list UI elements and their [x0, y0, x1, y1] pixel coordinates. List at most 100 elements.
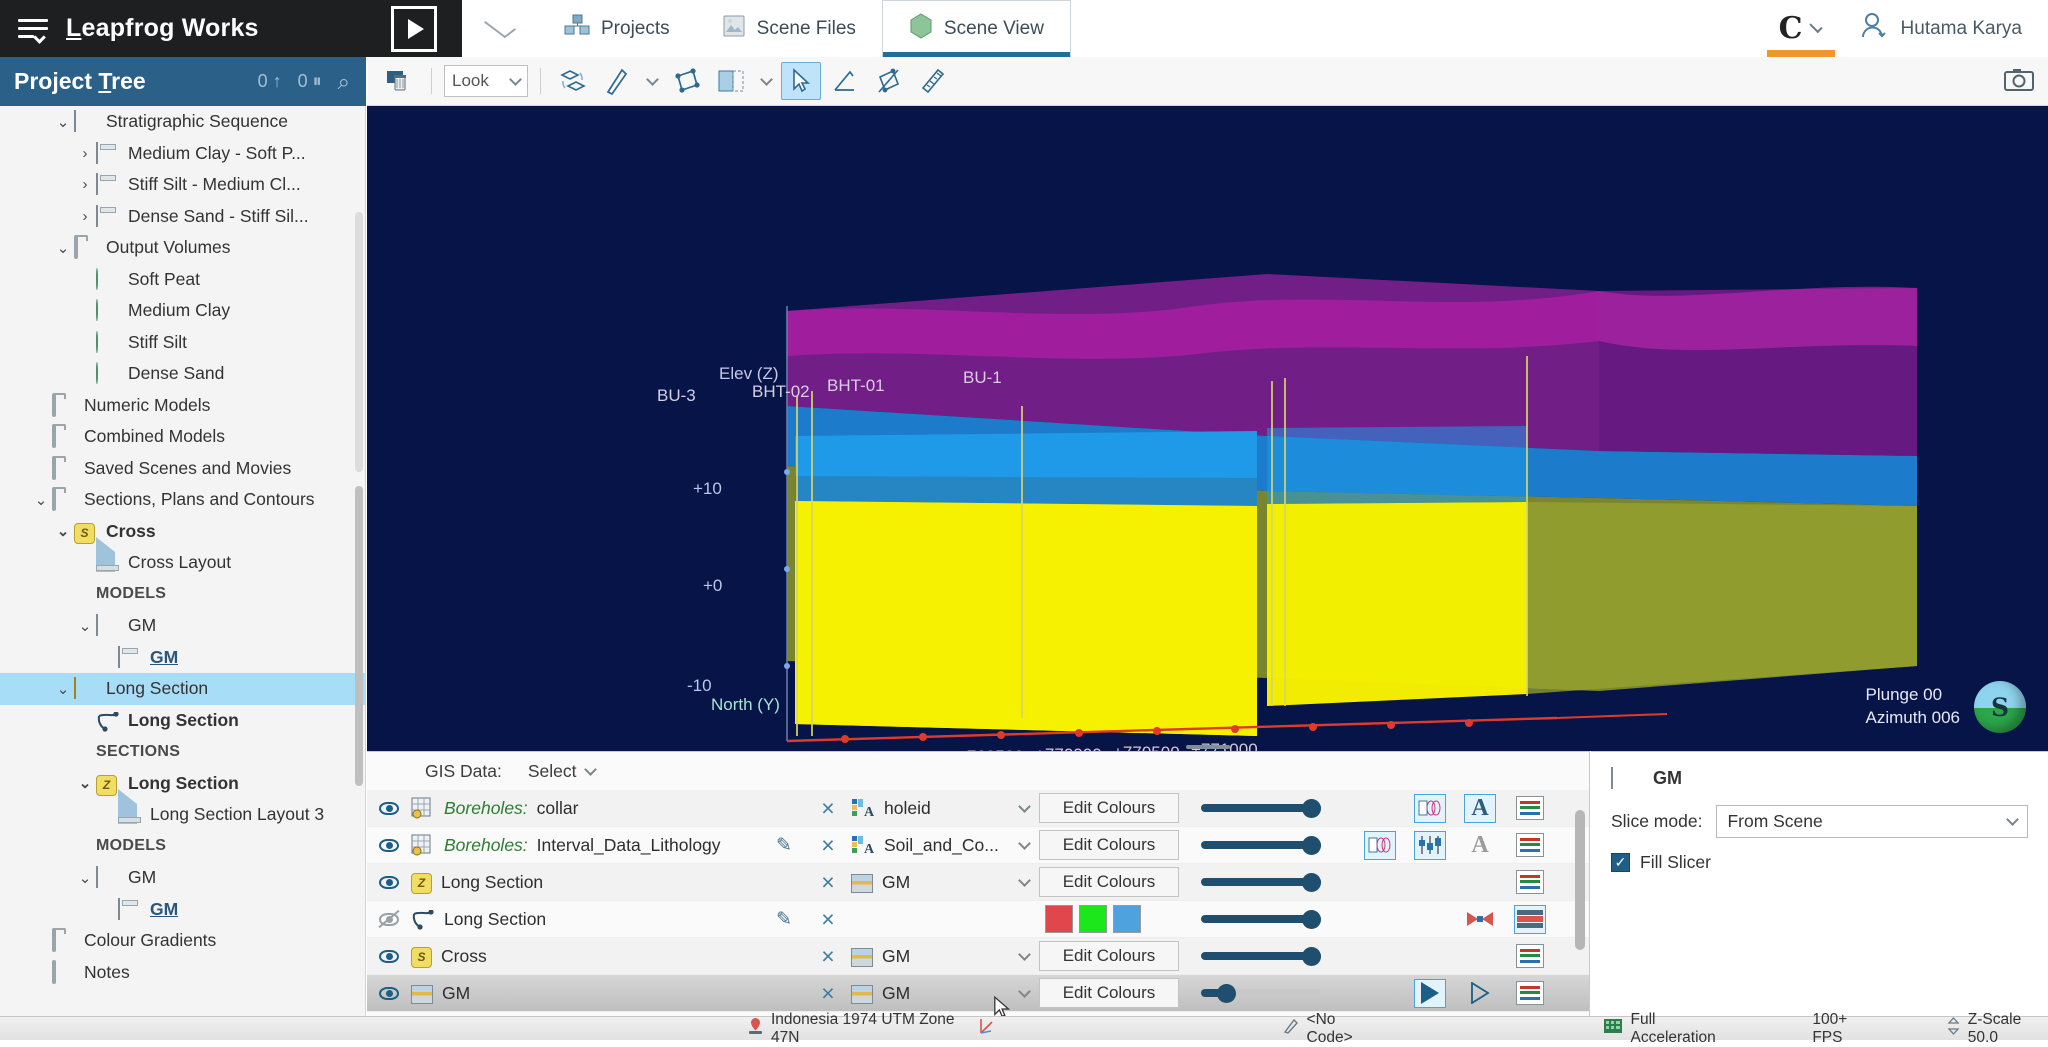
account-badge-button[interactable]: C — [1753, 0, 1849, 57]
tree-item-long-section-layout-3[interactable]: Long Section Layout 3 — [0, 799, 365, 831]
tree-item-sections-plans-and-contours[interactable]: ⌄Sections, Plans and Contours — [0, 484, 365, 516]
play-outline-icon[interactable] — [1457, 979, 1503, 1008]
legend-icon[interactable] — [1507, 796, 1553, 820]
draw-polyline-icon[interactable] — [597, 62, 637, 100]
tab-scene-view[interactable]: Scene View — [882, 0, 1071, 57]
tree-item-colour-gradients[interactable]: Colour Gradients — [0, 925, 365, 957]
visibility-toggle[interactable] — [367, 839, 411, 852]
fill-slicer-checkbox-row[interactable]: ✓ Fill Slicer — [1611, 852, 2028, 873]
legend-icon[interactable] — [1507, 870, 1553, 894]
tree-item-soft-peat[interactable]: Soft Peat — [0, 264, 365, 296]
attribute-select[interactable]: ASoil_and_Co... — [851, 834, 1029, 856]
chevron-down-icon[interactable]: ⌄ — [30, 491, 52, 509]
fill-slicer-checkbox[interactable]: ✓ — [1611, 853, 1630, 872]
tree-item-stratigraphic-sequence[interactable]: ⌄Stratigraphic Sequence — [0, 106, 365, 138]
chevron-right-icon[interactable]: › — [74, 145, 96, 162]
remove-shape-button[interactable]: × — [805, 980, 851, 1007]
tree-item-notes[interactable]: Notes — [0, 957, 365, 989]
chevron-down-icon[interactable]: ⌄ — [74, 774, 96, 792]
opacity-slider[interactable] — [1201, 941, 1321, 971]
text-label-icon[interactable]: A — [1457, 794, 1503, 823]
tree-item-gm[interactable]: ⌄GM — [0, 862, 365, 894]
tree-item-medium-clay-soft-p[interactable]: ›Medium Clay - Soft P... — [0, 138, 365, 170]
look-dropdown[interactable]: Look — [444, 65, 528, 97]
user-menu[interactable]: Hutama Karya — [1849, 11, 2048, 46]
ruler-icon[interactable] — [913, 62, 953, 100]
chevron-right-icon[interactable]: › — [74, 208, 96, 225]
remove-shape-button[interactable]: × — [805, 869, 851, 896]
draw-polygon-icon[interactable] — [667, 62, 707, 100]
shape-row[interactable]: SCross×GMEdit Colours — [367, 938, 1589, 975]
chevron-down-icon[interactable] — [1810, 20, 1823, 33]
chevron-down-icon[interactable]: ⌄ — [74, 869, 96, 887]
edit-colours-button[interactable]: Edit Colours — [1039, 793, 1179, 823]
tab-scene-files[interactable]: Scene Files — [696, 0, 882, 57]
tree-item-long-section[interactable]: ⌄Long Section — [0, 673, 365, 705]
opacity-slider[interactable] — [1201, 978, 1321, 1008]
tree-item-sections[interactable]: SECTIONS — [0, 736, 365, 768]
tab-projects[interactable]: Projects — [538, 0, 696, 57]
code-status[interactable]: <No Code> — [1283, 1011, 1379, 1047]
tree-item-medium-clay[interactable]: Medium Clay — [0, 295, 365, 327]
ribbon-icon[interactable] — [1457, 905, 1503, 934]
remove-shape-button[interactable]: × — [805, 832, 851, 859]
play-block[interactable] — [366, 0, 462, 57]
legend-icon[interactable] — [1507, 981, 1553, 1005]
visibility-toggle[interactable] — [367, 876, 411, 889]
edit-colours-button[interactable]: Edit Colours — [1039, 830, 1179, 860]
shape-row[interactable]: Boreholes:collar×AholeidEdit ColoursA — [367, 790, 1589, 827]
slicer-icon[interactable] — [711, 62, 751, 100]
attribute-select[interactable]: Aholeid — [851, 797, 1029, 819]
opacity-slider[interactable] — [1201, 793, 1321, 823]
visibility-toggle[interactable] — [367, 987, 411, 1000]
attribute-select[interactable]: GM — [851, 945, 1029, 967]
draw-polyline-chevron-down-icon[interactable] — [641, 62, 663, 100]
gis-data-select[interactable]: Select — [528, 761, 596, 782]
tree-item-long-section[interactable]: Long Section — [0, 705, 365, 737]
tree-item-gm[interactable]: GM — [0, 894, 365, 926]
tree-item-dense-sand-stiff-sil[interactable]: ›Dense Sand - Stiff Sil... — [0, 201, 365, 233]
tab-overflow-chevron-down-icon[interactable] — [462, 0, 538, 57]
tree-item-gm[interactable]: GM — [0, 642, 365, 674]
shape-list-scrollbar[interactable] — [1575, 810, 1585, 950]
orbit-icon[interactable] — [553, 62, 593, 100]
edit-pencil-icon[interactable]: ✎ — [763, 908, 805, 931]
slicer-chevron-down-icon[interactable] — [755, 62, 777, 100]
tree-item-saved-scenes-and-movies[interactable]: Saved Scenes and Movies — [0, 453, 365, 485]
tree-item-numeric-models[interactable]: Numeric Models — [0, 390, 365, 422]
slice-mode-select[interactable]: From Scene — [1716, 805, 2028, 838]
orientation-compass[interactable]: Plunge 00 Azimuth 006 S — [1866, 681, 2027, 733]
colour-swatch[interactable] — [1113, 905, 1141, 933]
chevron-right-icon[interactable]: › — [74, 176, 96, 193]
clear-scene-icon[interactable] — [379, 62, 419, 100]
compass-globe-icon[interactable]: S — [1974, 681, 2026, 733]
tree-item-stiff-silt[interactable]: Stiff Silt — [0, 327, 365, 359]
menu-hamburger-icon[interactable] — [18, 17, 52, 41]
tree-item-models[interactable]: MODELS — [0, 579, 365, 611]
tree-item-long-section[interactable]: ⌄ZLong Section — [0, 768, 365, 800]
opacity-slider[interactable] — [1201, 830, 1321, 860]
attribute-select[interactable]: GM — [851, 871, 1029, 893]
slice-icon[interactable] — [1407, 794, 1453, 823]
tree-item-output-volumes[interactable]: ⌄Output Volumes — [0, 232, 365, 264]
visibility-toggle[interactable] — [367, 950, 411, 963]
tree-item-stiff-silt-medium-cl[interactable]: ›Stiff Silt - Medium Cl... — [0, 169, 365, 201]
remove-shape-button[interactable]: × — [805, 906, 851, 933]
project-tree[interactable]: ⌄Stratigraphic Sequence›Medium Clay - So… — [0, 106, 366, 1016]
shape-row[interactable]: ZLong Section×GMEdit Colours — [367, 864, 1589, 901]
banded-fill-icon[interactable] — [1507, 905, 1553, 934]
chevron-down-icon[interactable]: ⌄ — [52, 239, 74, 257]
visibility-toggle[interactable] — [367, 913, 411, 926]
tree-item-combined-models[interactable]: Combined Models — [0, 421, 365, 453]
edit-colours-button[interactable]: Edit Colours — [1039, 941, 1179, 971]
chevron-down-icon[interactable]: ⌄ — [74, 617, 96, 635]
opacity-slider[interactable] — [1201, 904, 1321, 934]
chevron-down-icon[interactable]: ⌄ — [52, 522, 74, 540]
text-label-icon[interactable]: A — [1457, 831, 1503, 860]
edit-polygon-icon[interactable] — [869, 62, 909, 100]
select-arrow-icon[interactable] — [781, 62, 821, 100]
edit-colours-button[interactable]: Edit Colours — [1039, 867, 1179, 897]
downhole-graph-icon[interactable] — [1407, 831, 1453, 860]
edit-pencil-icon[interactable]: ✎ — [763, 834, 805, 857]
search-icon[interactable]: ⌕ — [338, 69, 350, 95]
